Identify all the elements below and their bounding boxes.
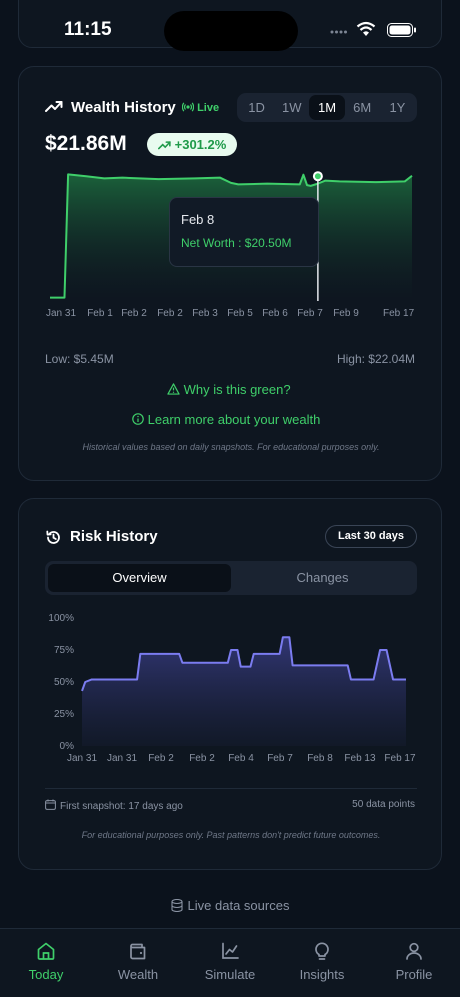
home-icon <box>37 942 55 960</box>
wealth-x-tick: Jan 31 <box>46 308 77 319</box>
bottom-tab-bar: Today Wealth Simulate Insights Profile <box>0 928 460 997</box>
risk-x-tick: Feb 7 <box>267 753 293 764</box>
wealth-x-tick: Feb 9 <box>333 308 359 319</box>
wealth-chart[interactable] <box>19 67 443 317</box>
wealth-x-tick: Feb 7 <box>297 308 323 319</box>
highlight-point <box>312 171 323 182</box>
high-value: High: $22.04M <box>336 352 415 366</box>
tab-wealth[interactable]: Wealth <box>92 929 184 997</box>
wealth-x-tick: Feb 6 <box>262 308 288 319</box>
risk-x-tick: Jan 31 <box>66 753 98 764</box>
wifi-icon <box>356 21 376 36</box>
risk-history-card: Risk History Last 30 days Overview Chang… <box>18 498 442 870</box>
tab-simulate[interactable]: Simulate <box>184 929 276 997</box>
why-green-label: Why is this green? <box>183 382 291 397</box>
tab-wealth-label: Wealth <box>117 967 159 982</box>
live-data-sources-label: Live data sources <box>187 898 290 914</box>
risk-chart[interactable] <box>19 499 443 759</box>
wallet-icon <box>130 943 146 960</box>
wealth-history-card: Wealth History Live 1D 1W 1M 6M 1Y $21.8… <box>18 66 442 481</box>
tab-insights-label: Insights <box>299 967 345 982</box>
battery-icon <box>387 23 416 37</box>
wealth-x-tick: Feb 3 <box>192 308 218 319</box>
learn-more-link[interactable]: Learn more about your wealth <box>132 412 320 427</box>
data-points: 50 data points <box>352 799 415 810</box>
tooltip-net-worth: Net Worth : $20.50M <box>181 236 292 250</box>
live-data-sources-link[interactable]: Live data sources <box>0 897 460 913</box>
risk-x-tick: Feb 2 <box>189 753 215 764</box>
warning-icon <box>167 383 180 395</box>
wealth-x-tick: Feb 2 <box>157 308 183 319</box>
wealth-x-tick: Feb 5 <box>227 308 253 319</box>
tab-profile[interactable]: Profile <box>368 929 460 997</box>
risk-x-tick: Feb 17 <box>384 753 416 764</box>
tab-insights[interactable]: Insights <box>276 929 368 997</box>
wealth-x-tick: Feb 2 <box>121 308 147 319</box>
risk-area-fill <box>82 637 406 746</box>
risk-divider <box>45 788 417 789</box>
learn-more-label: Learn more about your wealth <box>147 412 321 427</box>
risk-x-tick: Feb 8 <box>307 753 333 764</box>
signal-icon <box>330 30 347 34</box>
tab-today[interactable]: Today <box>0 929 92 997</box>
tooltip-date: Feb 8 <box>181 212 215 227</box>
risk-x-tick: Feb 13 <box>344 753 376 764</box>
tab-profile-label: Profile <box>395 967 433 982</box>
wealth-x-tick: Feb 17 <box>383 308 415 319</box>
lightbulb-icon <box>315 942 329 960</box>
tab-today-label: Today <box>28 967 64 982</box>
risk-x-tick: Feb 2 <box>148 753 174 764</box>
why-green-link[interactable]: Why is this green? <box>167 382 291 397</box>
dynamic-island <box>164 11 298 51</box>
risk-disclaimer: For educational purposes only. Past patt… <box>81 830 381 840</box>
user-icon <box>406 942 422 960</box>
wealth-disclaimer: Historical values based on daily snapsho… <box>82 442 380 452</box>
risk-x-tick: Jan 31 <box>106 753 138 764</box>
calendar-icon <box>45 799 56 810</box>
chart-tooltip: Feb 8 Net Worth : $20.50M <box>169 197 319 267</box>
risk-x-tick: Feb 4 <box>228 753 254 764</box>
first-snapshot-label: First snapshot: 17 days ago <box>60 801 183 812</box>
chart-icon <box>222 942 239 959</box>
status-bar: 11:15 <box>0 0 460 56</box>
tab-simulate-label: Simulate <box>204 967 256 982</box>
low-value: Low: $5.45M <box>45 352 114 366</box>
database-icon <box>170 899 183 913</box>
status-time: 11:15 <box>64 19 112 40</box>
first-snapshot: First snapshot: 17 days ago <box>45 799 183 812</box>
wealth-x-tick: Feb 1 <box>87 308 113 319</box>
info-icon <box>132 413 144 425</box>
